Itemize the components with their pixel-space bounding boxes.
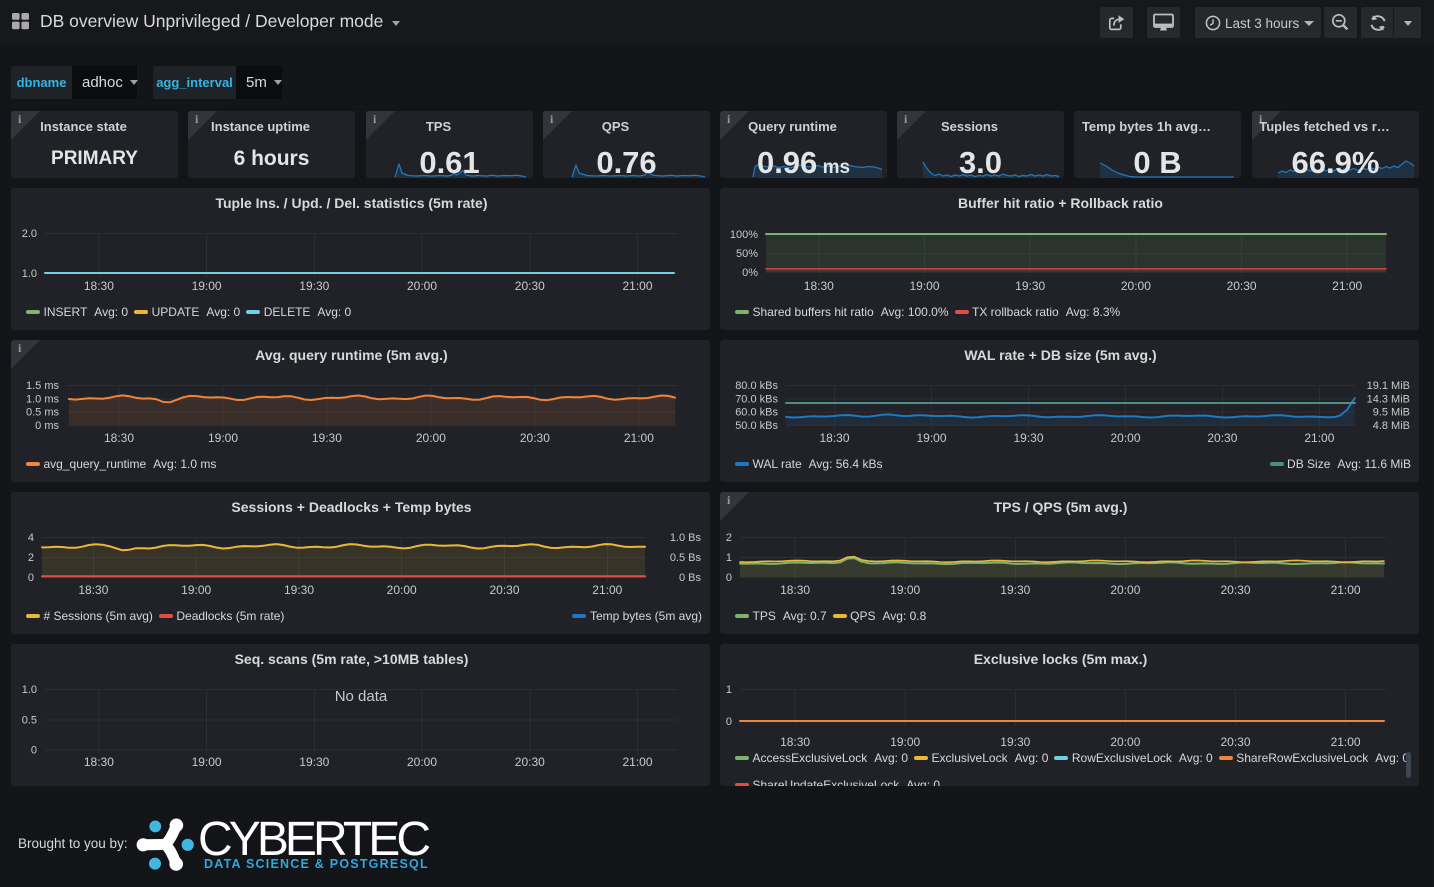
svg-text:21:00: 21:00 [1331, 583, 1361, 597]
svg-text:18:30: 18:30 [78, 583, 108, 597]
svg-text:18:30: 18:30 [780, 735, 810, 749]
svg-text:21:00: 21:00 [1332, 279, 1362, 293]
svg-text:18:30: 18:30 [819, 431, 849, 445]
svg-text:1: 1 [726, 552, 732, 564]
svg-text:19:30: 19:30 [1015, 279, 1045, 293]
svg-text:0%: 0% [742, 267, 758, 279]
svg-text:100%: 100% [730, 229, 758, 241]
svg-text:21:00: 21:00 [622, 279, 652, 293]
svg-text:20:00: 20:00 [416, 431, 446, 445]
svg-text:1.0 Bs: 1.0 Bs [670, 532, 702, 544]
svg-text:19.1 MiB: 19.1 MiB [1367, 380, 1410, 392]
svg-text:19:30: 19:30 [1013, 431, 1043, 445]
svg-text:20:00: 20:00 [1110, 735, 1140, 749]
svg-text:20:30: 20:30 [515, 279, 545, 293]
svg-text:21:00: 21:00 [624, 431, 654, 445]
svg-text:4: 4 [28, 532, 34, 544]
svg-text:0.5: 0.5 [22, 714, 37, 726]
svg-text:21:00: 21:00 [1331, 735, 1361, 749]
svg-text:19:00: 19:00 [192, 279, 222, 293]
svg-text:20:30: 20:30 [1227, 279, 1257, 293]
svg-text:1: 1 [726, 684, 732, 696]
svg-text:DATA SCIENCE & POSTGRESQL: DATA SCIENCE & POSTGRESQL [204, 857, 430, 871]
svg-text:19:00: 19:00 [909, 279, 939, 293]
svg-text:20:00: 20:00 [1121, 279, 1151, 293]
svg-text:50%: 50% [736, 248, 758, 260]
svg-text:20:30: 20:30 [1207, 431, 1237, 445]
svg-text:9.5 MiB: 9.5 MiB [1373, 407, 1410, 419]
svg-text:19:00: 19:00 [192, 755, 222, 769]
svg-text:21:00: 21:00 [592, 583, 622, 597]
svg-text:18:30: 18:30 [84, 279, 114, 293]
svg-text:20:00: 20:00 [1110, 583, 1140, 597]
svg-text:18:30: 18:30 [104, 431, 134, 445]
svg-text:2: 2 [726, 532, 732, 544]
svg-text:0: 0 [31, 745, 37, 757]
svg-text:0 Bs: 0 Bs [679, 572, 702, 584]
svg-text:19:00: 19:00 [890, 735, 920, 749]
svg-text:19:30: 19:30 [299, 755, 329, 769]
svg-text:20:30: 20:30 [489, 583, 519, 597]
svg-text:19:30: 19:30 [284, 583, 314, 597]
svg-text:0: 0 [28, 572, 34, 584]
svg-text:21:00: 21:00 [1304, 431, 1334, 445]
svg-text:1.0 ms: 1.0 ms [26, 393, 60, 405]
svg-text:18:30: 18:30 [84, 755, 114, 769]
svg-text:No data: No data [335, 688, 388, 705]
svg-text:20:30: 20:30 [1220, 583, 1250, 597]
svg-text:20:30: 20:30 [520, 431, 550, 445]
svg-text:2.0: 2.0 [22, 228, 37, 240]
svg-text:0: 0 [726, 716, 732, 728]
svg-text:0 ms: 0 ms [35, 420, 59, 432]
svg-text:0.5 ms: 0.5 ms [26, 407, 60, 419]
svg-text:20:30: 20:30 [515, 755, 545, 769]
svg-text:80.0 kBs: 80.0 kBs [735, 380, 778, 392]
svg-text:0.5 Bs: 0.5 Bs [670, 552, 702, 564]
svg-text:70.0 kBs: 70.0 kBs [735, 393, 778, 405]
svg-text:20:00: 20:00 [407, 279, 437, 293]
svg-text:1.0: 1.0 [22, 268, 37, 280]
svg-text:19:00: 19:00 [208, 431, 238, 445]
svg-text:18:30: 18:30 [780, 583, 810, 597]
svg-text:18:30: 18:30 [804, 279, 834, 293]
svg-text:21:00: 21:00 [622, 755, 652, 769]
svg-text:19:00: 19:00 [890, 583, 920, 597]
svg-text:20:00: 20:00 [387, 583, 417, 597]
svg-text:19:30: 19:30 [312, 431, 342, 445]
svg-text:19:30: 19:30 [299, 279, 329, 293]
svg-text:19:00: 19:00 [181, 583, 211, 597]
svg-text:20:00: 20:00 [407, 755, 437, 769]
svg-text:1.5 ms: 1.5 ms [26, 380, 60, 392]
svg-text:20:30: 20:30 [1220, 735, 1250, 749]
svg-text:19:30: 19:30 [1000, 583, 1030, 597]
svg-text:1.0: 1.0 [22, 684, 37, 696]
svg-text:2: 2 [28, 552, 34, 564]
svg-text:50.0 kBs: 50.0 kBs [735, 420, 778, 432]
svg-text:14.3 MiB: 14.3 MiB [1367, 393, 1410, 405]
svg-text:4.8 MiB: 4.8 MiB [1373, 420, 1410, 432]
svg-text:19:30: 19:30 [1000, 735, 1030, 749]
svg-text:20:00: 20:00 [1110, 431, 1140, 445]
svg-text:60.0 kBs: 60.0 kBs [735, 407, 778, 419]
svg-text:19:00: 19:00 [916, 431, 946, 445]
svg-text:0: 0 [726, 572, 732, 584]
